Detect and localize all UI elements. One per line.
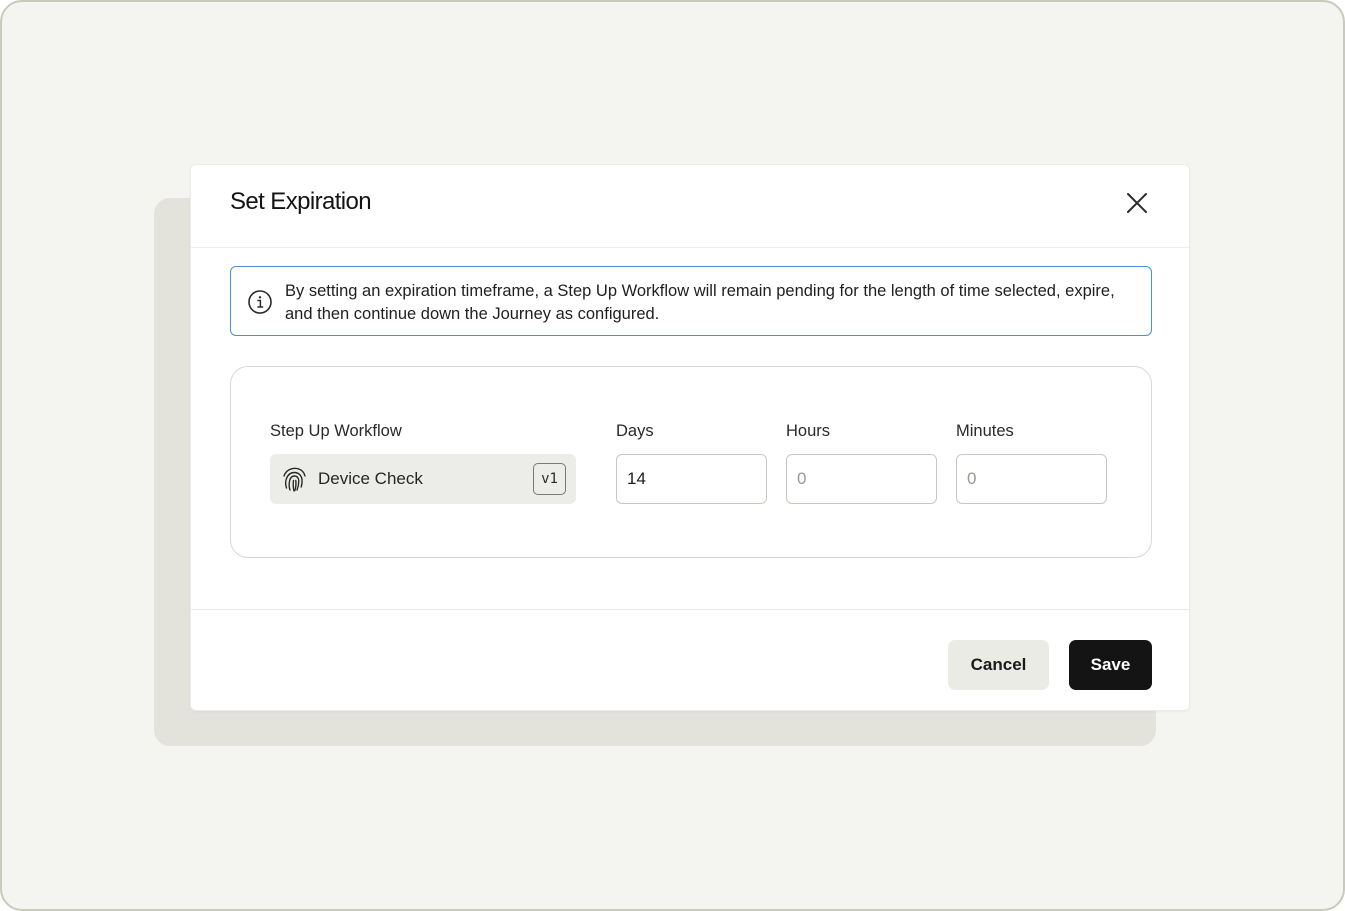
close-icon: [1127, 193, 1147, 213]
workflow-label: Step Up Workflow: [270, 422, 402, 440]
hours-input[interactable]: [786, 454, 937, 504]
info-text: By setting an expiration timeframe, a St…: [285, 282, 1115, 323]
minutes-input[interactable]: [956, 454, 1107, 504]
workflow-chip[interactable]: Device Check v1: [270, 454, 576, 504]
expiration-form-card: Step Up Workflow Device Check v1 Days Ho…: [230, 366, 1152, 558]
save-button[interactable]: Save: [1069, 640, 1152, 690]
close-button[interactable]: [1121, 187, 1153, 219]
hours-label: Hours: [786, 422, 831, 440]
modal-footer: Cancel Save: [191, 609, 1189, 712]
modal-header: Set Expiration: [191, 165, 1189, 248]
fingerprint-icon: [283, 467, 306, 492]
days-input[interactable]: [616, 454, 767, 504]
days-label: Days: [616, 422, 654, 440]
cancel-button[interactable]: Cancel: [948, 640, 1049, 690]
version-badge: v1: [533, 463, 566, 495]
modal-title: Set Expiration: [230, 188, 372, 215]
set-expiration-modal: Set Expiration By setting an expiration …: [190, 164, 1190, 711]
info-banner: By setting an expiration timeframe, a St…: [230, 266, 1152, 336]
workflow-name: Device Check: [318, 469, 423, 488]
info-icon: [248, 290, 272, 314]
minutes-label: Minutes: [956, 422, 1014, 440]
